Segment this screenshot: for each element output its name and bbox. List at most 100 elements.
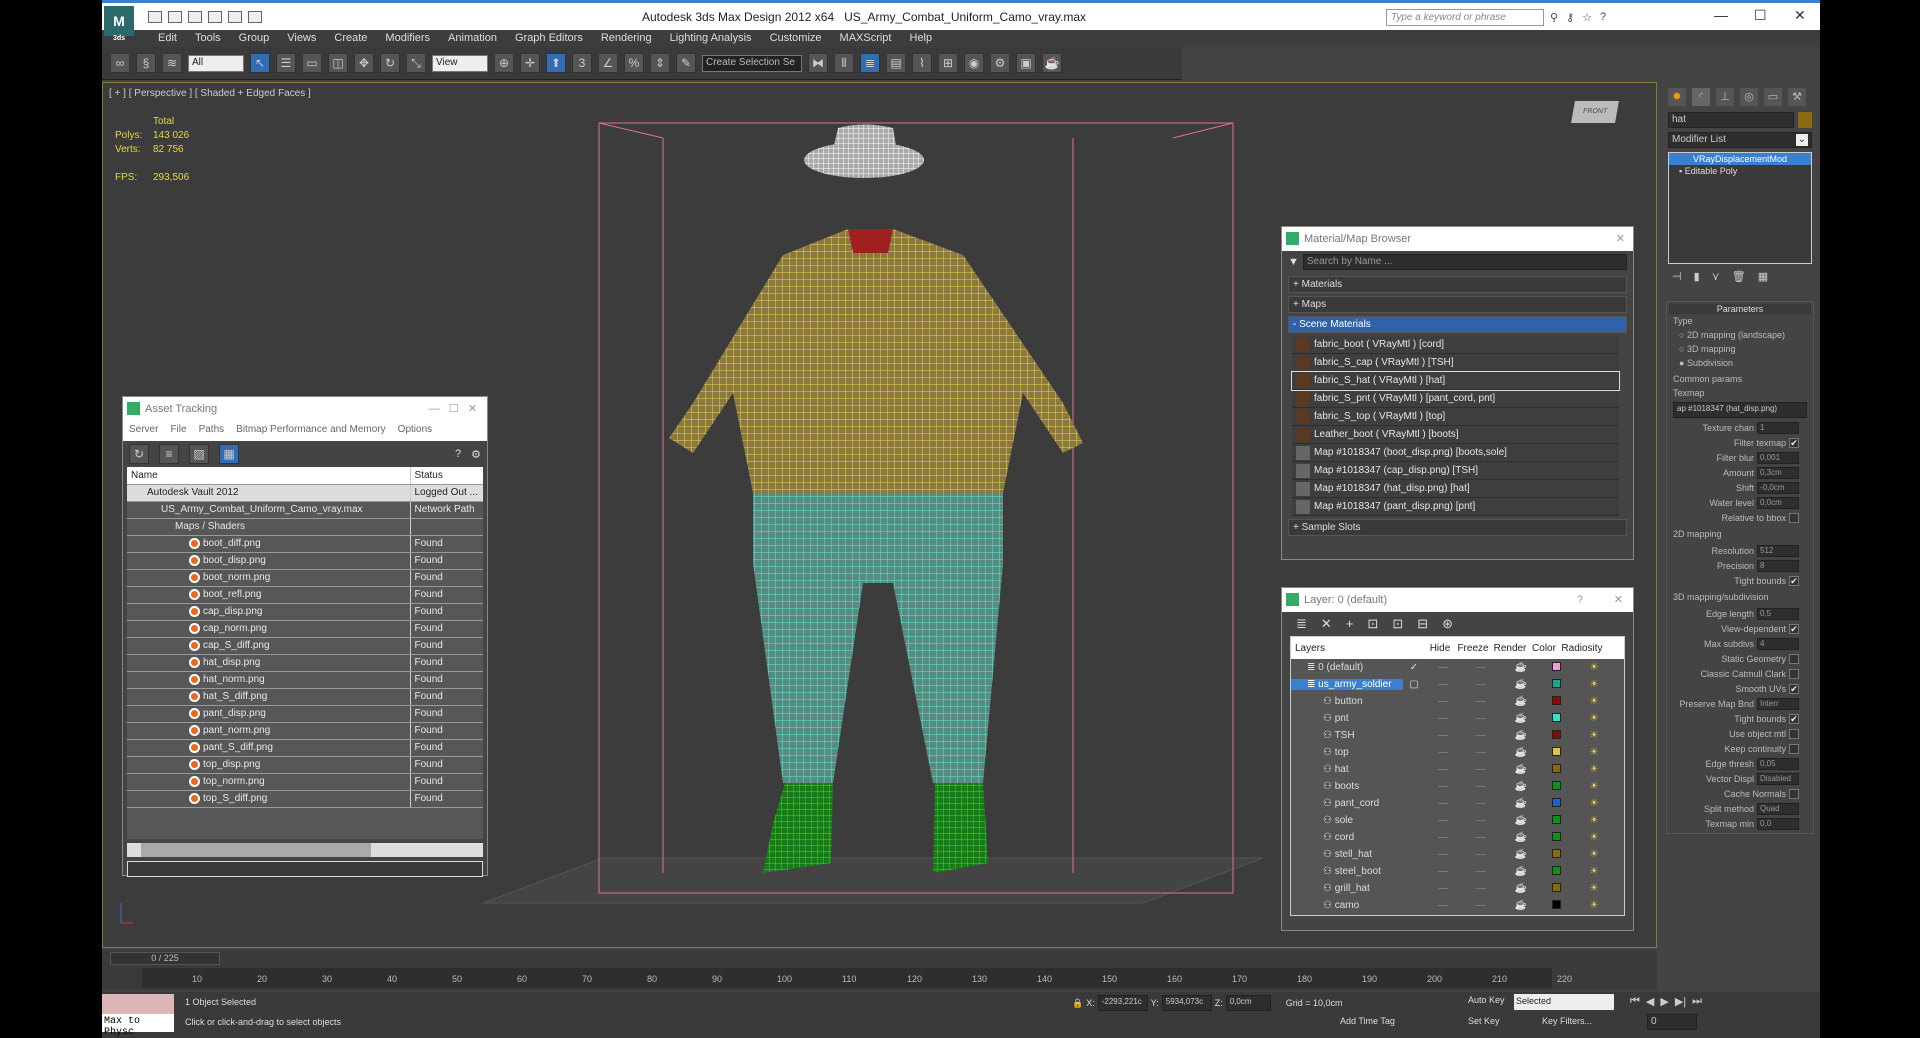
named-selection-set-dropdown[interactable]: Create Selection Se: [702, 54, 802, 72]
asset-file-row[interactable]: boot_diff.png Found: [127, 535, 483, 553]
layer-color-swatch[interactable]: [1541, 763, 1571, 776]
param-checkbox[interactable]: [1789, 788, 1799, 799]
render-teapot-icon[interactable]: ☕: [1501, 764, 1541, 775]
column-radiosity[interactable]: Radiosity: [1559, 643, 1605, 654]
rotate-icon[interactable]: ↻: [380, 53, 400, 73]
help-button[interactable]: ?: [1577, 588, 1583, 612]
asset-file-row[interactable]: cap_S_diff.png Found: [127, 637, 483, 655]
parameters-title[interactable]: Parameters: [1669, 304, 1811, 314]
make-unique-icon[interactable]: ⋎: [1712, 270, 1720, 283]
object-name-input[interactable]: hat: [1668, 112, 1794, 128]
layer-row[interactable]: ⚇ cord — — ☕ ☀: [1291, 829, 1624, 846]
layer-row[interactable]: ⚇ pant_cord — — ☕ ☀: [1291, 795, 1624, 812]
menu-help[interactable]: Help: [910, 30, 933, 47]
freeze-toggle[interactable]: —: [1461, 781, 1501, 792]
layer-name[interactable]: ⚇ sole: [1291, 815, 1403, 826]
radiosity-icon[interactable]: ☀: [1571, 866, 1617, 877]
render-teapot-icon[interactable]: ☕: [1501, 730, 1541, 741]
layer-row[interactable]: ≣ us_army_soldier ▢ — — ☕ ☀: [1291, 676, 1624, 693]
set-current-icon[interactable]: ▢: [1403, 679, 1425, 690]
material-item[interactable]: Leather_boot ( VRayMtl ) [boots]: [1292, 426, 1619, 444]
thumbnail-view-icon[interactable]: ▨: [189, 444, 209, 464]
close-icon[interactable]: ✕: [1614, 588, 1623, 612]
hierarchy-tab-icon[interactable]: ⊥: [1716, 88, 1734, 106]
render-icon[interactable]: ☕: [1042, 53, 1062, 73]
param-value-input[interactable]: 0,0cm: [1757, 496, 1799, 509]
layer-color-swatch[interactable]: [1541, 831, 1571, 844]
render-teapot-icon[interactable]: ☕: [1501, 679, 1541, 690]
stack-item-vraydisplacement[interactable]: VRayDisplacementMod: [1669, 153, 1811, 165]
freeze-toggle[interactable]: —: [1461, 815, 1501, 826]
mirror-icon[interactable]: ⧓: [808, 53, 828, 73]
material-item[interactable]: Map #1018347 (boot_disp.png) [boots,sole…: [1292, 444, 1619, 462]
column-layers[interactable]: Layers: [1291, 643, 1425, 654]
motion-tab-icon[interactable]: ◎: [1740, 88, 1758, 106]
at-menu-item[interactable]: Server: [129, 421, 158, 441]
select-object-icon[interactable]: ↖: [250, 53, 270, 73]
layer-row[interactable]: ⚇ top — — ☕ ☀: [1291, 744, 1624, 761]
undo-icon[interactable]: [208, 11, 222, 23]
param-value-input[interactable]: 1: [1757, 421, 1799, 434]
param-value-input[interactable]: 512: [1757, 544, 1799, 557]
param-value-input[interactable]: 0,05: [1757, 757, 1799, 770]
scene-materials-group[interactable]: - Scene Materials: [1288, 316, 1627, 333]
freeze-toggle[interactable]: —: [1461, 900, 1501, 911]
param-checkbox[interactable]: ✔: [1789, 437, 1799, 448]
radiosity-icon[interactable]: ☀: [1571, 764, 1617, 775]
asset-file-row[interactable]: pant_norm.png Found: [127, 722, 483, 740]
create-tab-icon[interactable]: ✹: [1668, 88, 1686, 106]
render-teapot-icon[interactable]: ☕: [1501, 866, 1541, 877]
render-teapot-icon[interactable]: ☕: [1501, 713, 1541, 724]
key-filters-button[interactable]: Key Filters...: [1542, 1016, 1592, 1026]
render-teapot-icon[interactable]: ☕: [1501, 662, 1541, 673]
column-render[interactable]: Render: [1491, 643, 1529, 654]
freeze-toggle[interactable]: —: [1461, 866, 1501, 877]
asset-file-row[interactable]: top_disp.png Found: [127, 756, 483, 774]
hide-toggle[interactable]: —: [1425, 679, 1461, 690]
param-checkbox[interactable]: [1789, 668, 1799, 679]
maxscript-listener-top[interactable]: [102, 994, 174, 1014]
menu-create[interactable]: Create: [334, 30, 367, 47]
pin-stack-icon[interactable]: ⊣: [1672, 270, 1682, 283]
key-mode-dropdown[interactable]: Selected: [1514, 994, 1614, 1010]
layer-name[interactable]: ⚇ hat: [1291, 764, 1403, 775]
binoculars-icon[interactable]: ⚲: [1550, 11, 1558, 24]
reference-coord-dropdown[interactable]: View: [432, 54, 488, 72]
material-item[interactable]: fabric_S_hat ( VRayMtl ) [hat]: [1291, 371, 1620, 391]
column-freeze[interactable]: Freeze: [1455, 643, 1491, 654]
layer-color-swatch[interactable]: [1541, 729, 1571, 742]
edit-named-sets-icon[interactable]: ✎: [676, 53, 696, 73]
at-menu-item[interactable]: Paths: [199, 421, 225, 441]
pivot-icon[interactable]: ⊕: [494, 53, 514, 73]
param-checkbox[interactable]: [1789, 743, 1799, 754]
search-by-name-input[interactable]: Search by Name ...: [1302, 254, 1627, 270]
layer-name[interactable]: ⚇ boots: [1291, 781, 1403, 792]
new-layer-icon[interactable]: ≣: [1296, 616, 1307, 632]
freeze-toggle[interactable]: —: [1461, 713, 1501, 724]
layer-name[interactable]: ≣ us_army_soldier: [1291, 679, 1403, 690]
layer-color-swatch[interactable]: [1541, 848, 1571, 861]
hide-toggle[interactable]: —: [1425, 849, 1461, 860]
menu-group[interactable]: Group: [239, 30, 270, 47]
delete-layer-icon[interactable]: ✕: [1321, 616, 1332, 632]
freeze-toggle[interactable]: —: [1461, 832, 1501, 843]
render-teapot-icon[interactable]: ☕: [1501, 747, 1541, 758]
material-browser-titlebar[interactable]: Material/Map Browser ✕: [1282, 227, 1633, 251]
go-to-end-icon[interactable]: ⏭: [1692, 995, 1702, 1008]
layer-color-swatch[interactable]: [1541, 865, 1571, 878]
add-time-tag[interactable]: Add Time Tag: [1340, 1016, 1395, 1026]
freeze-all-icon[interactable]: ⊛: [1442, 616, 1453, 632]
redo-icon[interactable]: [228, 11, 242, 23]
x-coordinate-input[interactable]: -2293,221c: [1097, 995, 1148, 1011]
radiosity-icon[interactable]: ☀: [1571, 662, 1617, 673]
layer-row[interactable]: ⚇ camo — — ☕ ☀: [1291, 897, 1624, 914]
rect-selection-icon[interactable]: ▭: [302, 53, 322, 73]
menu-maxscript[interactable]: MAXScript: [840, 30, 892, 47]
name-column-header[interactable]: Name: [127, 467, 411, 485]
play-icon[interactable]: ▶: [1660, 995, 1668, 1008]
track-bar[interactable]: 10 20 30 40 50 60 70 80 90 100 110 120 130 140 150 160 1…: [142, 968, 1572, 988]
freeze-toggle[interactable]: —: [1461, 730, 1501, 741]
sample-slots-group[interactable]: + Sample Slots: [1288, 519, 1627, 536]
freeze-toggle[interactable]: —: [1461, 764, 1501, 775]
snap-toggle-icon[interactable]: 3: [572, 53, 592, 73]
